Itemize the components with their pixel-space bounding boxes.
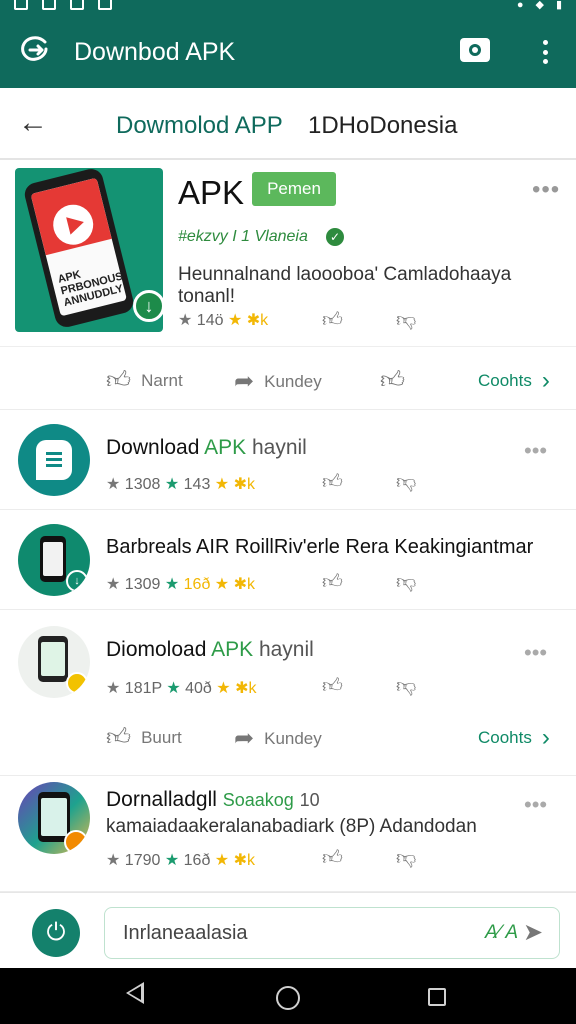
battery-icon: ▮	[555, 0, 562, 11]
app-bar: Downbod APK	[0, 12, 576, 88]
chevron-right-icon: ›	[541, 367, 550, 394]
list-item-stats: ★ 181P ★ 40ð ★ ✱k	[106, 680, 257, 697]
verified-icon: ✓	[326, 228, 344, 246]
composer-bar: ⏻ A⁄ A ➤	[0, 892, 576, 968]
like-icon: 👍︎	[106, 724, 132, 751]
details-label: Coohts	[478, 728, 532, 747]
download-icon: ↓	[133, 290, 163, 322]
status-icon: ●	[516, 0, 524, 11]
translate-icon[interactable]: A⁄ A	[485, 922, 518, 944]
home-icon[interactable]	[276, 986, 300, 1010]
app-avatar[interactable]	[18, 424, 90, 496]
list-item-subtitle: kamaiadaakeralanabadiark (8P) Adandodan	[106, 816, 477, 837]
power-icon[interactable]: ⏻	[32, 909, 80, 957]
thumbs-up-icon[interactable]: 👍︎	[322, 570, 343, 594]
details-label: Coohts	[478, 371, 532, 390]
list-item-title: Diomoload APK haynil	[106, 638, 314, 661]
featured-actions: 👍︎ Narnt ➦ Kundey 👍︎ Coohts ›	[0, 346, 576, 410]
download-icon: ↓	[66, 570, 88, 592]
share-icon: ➦	[234, 725, 255, 752]
camera-icon[interactable]	[460, 38, 490, 62]
more-vertical-icon[interactable]	[538, 38, 552, 66]
like-button[interactable]: 👍︎ Narnt	[106, 367, 183, 395]
thumbs-down-icon[interactable]: 👎︎	[396, 470, 416, 494]
share-button[interactable]: ➦ Kundey	[234, 367, 322, 396]
back-icon[interactable]	[126, 982, 144, 1004]
details-link[interactable]: Coohts ›	[478, 367, 550, 395]
thumbs-up-icon[interactable]: 👍︎	[322, 470, 343, 494]
brand-logo-icon	[21, 36, 48, 61]
list-item[interactable]: ↓ Barbreals AIR RoillRiv'erle Rera Keaki…	[0, 510, 576, 610]
badge-icon	[64, 830, 88, 854]
thumbs-up-icon[interactable]: 👍︎	[322, 308, 343, 332]
featured-app-card[interactable]: APK PRBONOUSNA ANNUDDLY ↓ APK Pemen ••• …	[0, 160, 576, 410]
more-horizontal-icon[interactable]: •••	[524, 438, 547, 464]
status-bar: ● ◆ ▮	[0, 0, 576, 12]
chevron-right-icon: ›	[541, 724, 550, 751]
send-icon[interactable]: ➤	[523, 918, 543, 947]
sub-header-title: Dowmolod APP	[116, 112, 283, 139]
app-thumbnail[interactable]: APK PRBONOUSNA ANNUDDLY ↓	[15, 168, 163, 332]
like-label: Narnt	[141, 371, 183, 390]
chat-icon	[36, 440, 72, 480]
back-arrow-icon[interactable]: ←	[18, 108, 50, 140]
notification-icon	[70, 0, 84, 10]
more-horizontal-icon[interactable]: •••	[524, 640, 547, 666]
share-label: Kundey	[264, 371, 322, 391]
recent-apps-icon[interactable]	[428, 988, 446, 1006]
list-item-stats: ★ 1309 ★ 16ð ★ ✱k	[106, 576, 255, 593]
phone-illustration: APK PRBONOUSNA ANNUDDLY	[22, 168, 136, 330]
app-avatar[interactable]	[18, 782, 90, 854]
notification-icon	[98, 0, 112, 10]
app-description: Heunnalnand laoooboa' Camladohaaya tonan…	[178, 264, 512, 307]
rating-value: 14ö	[196, 312, 224, 329]
system-nav-bar	[0, 968, 576, 1024]
thumbs-down-icon[interactable]: 👎︎	[396, 846, 416, 870]
more-horizontal-icon[interactable]: •••	[524, 792, 547, 818]
details-link[interactable]: Coohts ›	[478, 724, 550, 752]
like-icon: 👍︎	[106, 367, 132, 394]
region-label: 1DHoDonesia	[308, 112, 458, 139]
list-item-title: Dornalladgll Soaakog 10	[106, 788, 320, 811]
message-input-box[interactable]: A⁄ A ➤	[104, 907, 560, 959]
like-button[interactable]: 👍︎ Buurt	[106, 724, 182, 752]
thumbs-up-icon[interactable]: 👍︎	[322, 674, 343, 698]
notification-icon	[14, 0, 28, 10]
thumbs-up-icon[interactable]: 👍︎	[322, 846, 343, 870]
like-label: Buurt	[141, 728, 182, 747]
thumbs-down-icon[interactable]: 👎︎	[396, 308, 416, 332]
reaction-button[interactable]: 👍︎	[380, 367, 405, 395]
rating-stars: ★ ✱k	[227, 312, 269, 329]
app-stats: ★ 14ö ★ ✱k 👍︎ 👎︎	[178, 309, 416, 331]
share-button[interactable]: ➦ Kundey	[234, 724, 322, 753]
message-input[interactable]	[123, 918, 453, 948]
badge-icon	[66, 672, 88, 694]
list-item[interactable]: Diomoload APK haynil ••• ★ 181P ★ 40ð ★ …	[0, 610, 576, 776]
star-icon: ★	[178, 312, 193, 329]
list-item-stats: ★ 1790 ★ 16ð ★ ✱k	[106, 852, 255, 869]
premium-badge[interactable]: Pemen	[252, 172, 336, 206]
app-title: Downbod APK	[74, 38, 236, 66]
thumbnail-text: APK PRBONOUSNA ANNUDDLY	[56, 266, 127, 310]
list-item-title: Download APK haynil	[106, 436, 307, 459]
app-name: APK	[178, 174, 245, 211]
app-avatar[interactable]: ↓	[18, 524, 90, 596]
list-item-stats: ★ 1308 ★ 143 ★ ✱k	[106, 476, 255, 493]
wifi-icon: ◆	[535, 0, 544, 11]
more-horizontal-icon[interactable]: •••	[532, 176, 560, 204]
list-item[interactable]: Download APK haynil ••• ★ 1308 ★ 143 ★ ✱…	[0, 410, 576, 510]
thumbs-down-icon[interactable]: 👎︎	[396, 674, 416, 698]
list-item-title: Barbreals AIR RoillRiv'erle Rera Keaking…	[106, 536, 534, 558]
sub-header: ← Dowmolod APP 1DHoDonesia	[0, 88, 576, 160]
list-item[interactable]: Dornalladgll Soaakog 10 ••• kamaiadaaker…	[0, 776, 576, 892]
app-avatar[interactable]	[18, 626, 90, 698]
notification-icon	[42, 0, 56, 10]
thumbs-down-icon[interactable]: 👎︎	[396, 570, 416, 594]
share-icon: ➦	[234, 368, 255, 395]
developer-name[interactable]: #ekzvy I 1 Vlaneia	[178, 228, 308, 246]
thumbs-icon: 👍︎	[380, 367, 406, 394]
share-label: Kundey	[264, 728, 322, 748]
